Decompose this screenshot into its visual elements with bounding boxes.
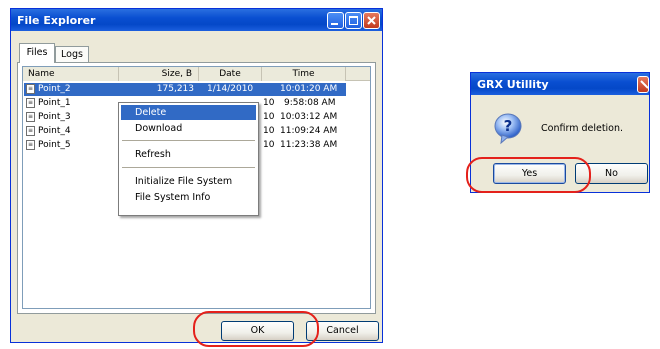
tab-files[interactable]: Files bbox=[19, 43, 55, 63]
column-size[interactable]: Size, B bbox=[119, 67, 199, 81]
column-date[interactable]: Date bbox=[199, 67, 262, 81]
dialog-title: GRX Utillity bbox=[477, 78, 549, 91]
file-icon: ≡ bbox=[26, 126, 35, 136]
tab-files-label: Files bbox=[26, 47, 48, 58]
file-icon: ≡ bbox=[26, 112, 35, 122]
menu-item-refresh[interactable]: Refresh bbox=[121, 147, 256, 162]
minimize-button[interactable] bbox=[327, 12, 344, 29]
menu-separator bbox=[122, 167, 255, 168]
menu-item-file-system-info[interactable]: File System Info bbox=[121, 190, 256, 205]
menu-item-initialize-file-system[interactable]: Initialize File System bbox=[121, 174, 256, 189]
column-time[interactable]: Time bbox=[262, 67, 346, 81]
svg-text:?: ? bbox=[504, 117, 513, 135]
menu-item-download[interactable]: Download bbox=[121, 121, 256, 136]
file-row[interactable]: ≡ Point_2 175,213 1/14/2010 10:01:20 AM bbox=[24, 83, 346, 96]
dialog-close-button[interactable] bbox=[637, 76, 649, 93]
file-list-header: Name Size, B Date Time bbox=[23, 67, 370, 81]
explorer-title: File Explorer bbox=[17, 14, 96, 27]
dialog-message: Confirm deletion. bbox=[541, 123, 624, 134]
highlight-oval bbox=[193, 311, 319, 347]
question-icon: ? bbox=[494, 113, 522, 145]
tab-logs-label: Logs bbox=[61, 49, 83, 60]
minimize-icon bbox=[331, 23, 338, 25]
file-icon: ≡ bbox=[26, 140, 35, 150]
tab-logs[interactable]: Logs bbox=[55, 46, 89, 62]
maximize-button[interactable] bbox=[345, 12, 362, 29]
dialog-titlebar[interactable]: GRX Utillity bbox=[471, 73, 649, 95]
file-icon: ≡ bbox=[26, 84, 35, 94]
close-icon bbox=[367, 16, 376, 25]
close-icon bbox=[640, 80, 648, 89]
explorer-titlebar[interactable]: File Explorer bbox=[11, 9, 382, 31]
file-explorer-window: File Explorer Files Logs Name Size, B Da… bbox=[10, 8, 383, 343]
close-button[interactable] bbox=[363, 12, 380, 29]
menu-item-delete[interactable]: Delete bbox=[121, 105, 256, 120]
context-menu: Delete Download Refresh Initialize File … bbox=[118, 102, 259, 216]
file-icon: ≡ bbox=[26, 98, 35, 108]
maximize-icon bbox=[349, 16, 358, 25]
menu-separator bbox=[122, 140, 255, 141]
column-name[interactable]: Name bbox=[23, 67, 119, 81]
highlight-oval bbox=[466, 157, 591, 193]
